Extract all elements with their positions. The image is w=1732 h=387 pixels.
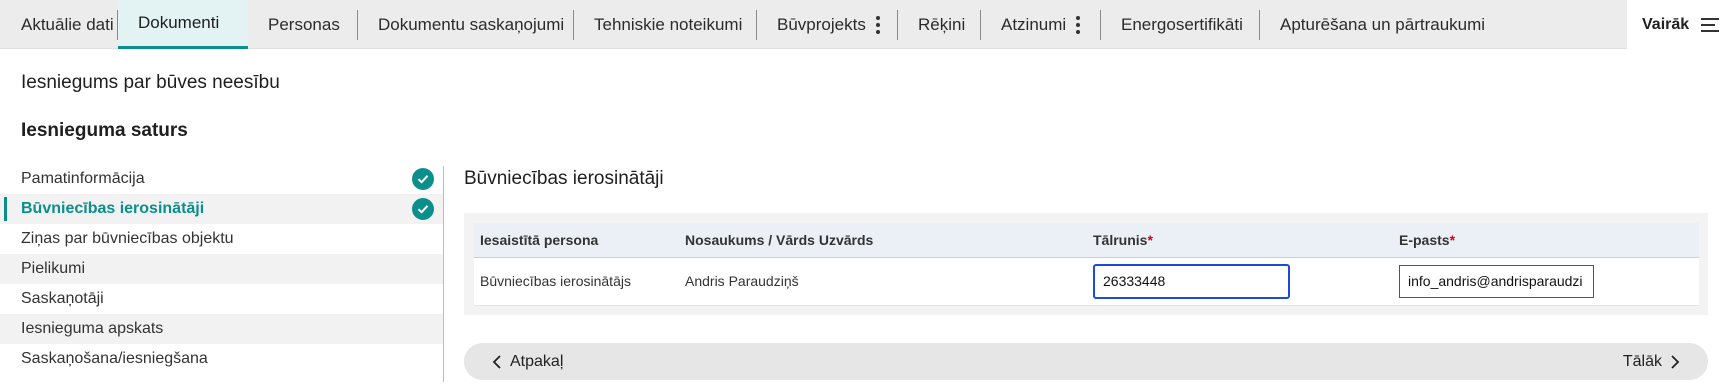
step-pager: Atpakaļ Tālāk	[464, 343, 1708, 380]
tab-rekini[interactable]: Rēķini	[898, 0, 981, 49]
chevron-right-icon	[1671, 354, 1680, 369]
tab-label: Aktuālie dati	[21, 14, 114, 34]
nav-item-pielikumi[interactable]: Pielikumi	[0, 254, 443, 284]
tab-tehniskie-noteikumi[interactable]: Tehniskie noteikumi	[574, 0, 757, 49]
more-vertical-icon[interactable]	[875, 15, 880, 34]
initiators-table: Iesaistītā persona Nosaukums / Vārds Uzv…	[474, 223, 1699, 306]
nav-item-label: Pamatinformācija	[21, 170, 145, 187]
check-circle-icon	[412, 168, 434, 190]
nav-item-label: Būvniecības ierosinātāji	[21, 200, 205, 217]
menu-icon	[1701, 17, 1720, 32]
nav-item-buvniecibas-ierosinataji[interactable]: Būvniecības ierosinātāji	[0, 194, 443, 224]
cell-phone	[1087, 257, 1393, 306]
tab-dokumentu-saskanojumi[interactable]: Dokumentu saskaņojumi	[358, 0, 574, 49]
column-header-person: Iesaistītā persona	[474, 223, 679, 258]
phone-input[interactable]	[1093, 263, 1290, 299]
tab-energosertifikati[interactable]: Energosertifikāti	[1101, 0, 1260, 49]
back-button[interactable]: Atpakaļ	[492, 353, 563, 371]
tab-dokumenti[interactable]: Dokumenti	[118, 0, 248, 49]
vertical-divider	[443, 166, 444, 382]
nav-item-label: Saskaņotāji	[21, 290, 104, 307]
next-button[interactable]: Tālāk	[1623, 353, 1680, 371]
more-label: Vairāk	[1642, 15, 1690, 33]
back-label: Atpakaļ	[510, 352, 564, 370]
required-marker: *	[1449, 231, 1456, 248]
page-title: Iesniegums par būves neesību	[21, 72, 280, 93]
required-marker: *	[1147, 231, 1153, 248]
tab-label: Būvprojekts	[777, 14, 866, 34]
tab-label: Apturēšana un pārtraukumi	[1280, 14, 1486, 34]
nav-item-zinas-par-objektu[interactable]: Ziņas par būvniecības objektu	[0, 224, 443, 254]
tab-label: Personas	[268, 14, 340, 34]
tab-label: Tehniskie noteikumi	[594, 14, 743, 34]
nav-item-label: Saskaņošana/iesniegšana	[21, 350, 208, 367]
nav-item-pamatinformacija[interactable]: Pamatinformācija	[0, 164, 443, 194]
section-title: Būvniecības ierosinātāji	[464, 168, 664, 189]
tab-aktualie-dati[interactable]: Aktuālie dati	[0, 0, 118, 49]
tab-atzinumi[interactable]: Atzinumi	[981, 0, 1101, 49]
tab-label: Rēķini	[918, 14, 966, 34]
table-header-row: Iesaistītā persona Nosaukums / Vārds Uzv…	[474, 223, 1699, 258]
tab-label: Atzinumi	[1001, 14, 1067, 34]
nav-item-saskanosana-iesniegsana[interactable]: Saskaņošana/iesniegšana	[0, 344, 443, 374]
tab-label: Energosertifikāti	[1121, 14, 1243, 34]
more-menu-button[interactable]: Vairāk	[1627, 0, 1732, 49]
initiators-table-panel: Iesaistītā persona Nosaukums / Vārds Uzv…	[464, 213, 1708, 315]
nav-item-iesnieguma-apskats[interactable]: Iesnieguma apskats	[0, 314, 443, 344]
tab-aptureshana-un-partraukumi[interactable]: Apturēšana un pārtraukumi	[1260, 0, 1510, 49]
tab-label: Dokumenti	[138, 13, 220, 32]
tab-label: Dokumentu saskaņojumi	[378, 14, 565, 34]
tab-personas[interactable]: Personas	[248, 0, 358, 49]
table-row: Būvniecības ierosinātājs Andris Paraudzi…	[474, 257, 1699, 306]
column-header-email: E-pasts*	[1393, 223, 1699, 258]
column-header-name: Nosaukums / Vārds Uzvārds	[679, 223, 1087, 258]
nav-item-saskanotaji[interactable]: Saskaņotāji	[0, 284, 443, 314]
tab-buvprojekts[interactable]: Būvprojekts	[757, 0, 898, 49]
cell-email	[1393, 257, 1699, 306]
tab-bar: Aktuālie dati Dokumenti Personas Dokumen…	[0, 0, 1732, 49]
nav-item-label: Ziņas par būvniecības objektu	[21, 230, 234, 247]
more-vertical-icon[interactable]	[1076, 15, 1081, 34]
email-input[interactable]	[1399, 264, 1594, 298]
content-title: Iesnieguma saturs	[21, 120, 188, 141]
column-header-phone: Tālrunis*	[1087, 223, 1393, 258]
next-label: Tālāk	[1622, 352, 1662, 370]
nav-item-label: Pielikumi	[21, 260, 86, 277]
nav-item-label: Iesnieguma apskats	[21, 320, 164, 337]
cell-name: Andris Paraudziņš	[679, 257, 1087, 306]
check-circle-icon	[412, 198, 434, 220]
chevron-left-icon	[492, 354, 501, 369]
step-navigation: Pamatinformācija Būvniecības ierosinātāj…	[0, 164, 443, 374]
cell-person: Būvniecības ierosinātājs	[474, 257, 679, 306]
